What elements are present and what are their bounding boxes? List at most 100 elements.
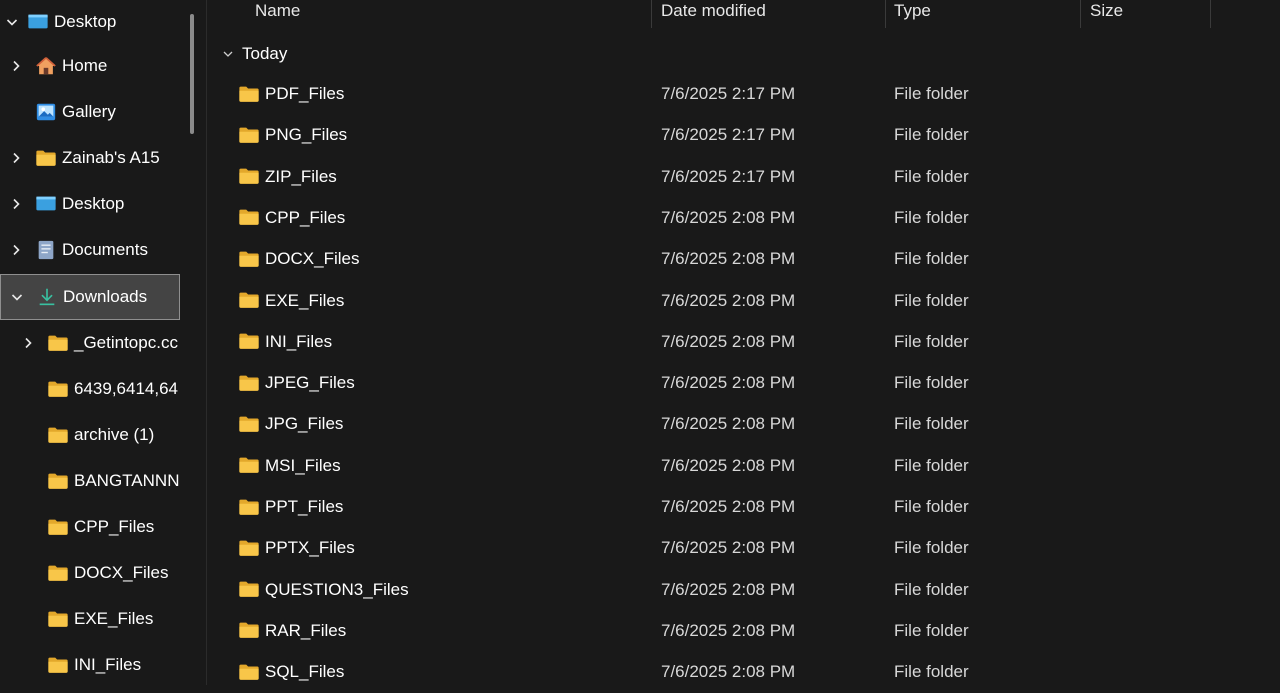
desktop-icon xyxy=(26,10,50,34)
column-separator[interactable] xyxy=(885,0,886,28)
sidebar-item-desktop[interactable]: Desktop xyxy=(0,0,180,44)
home-icon xyxy=(34,54,58,78)
chevron-down-icon[interactable] xyxy=(9,289,25,305)
sidebar-item-label: CPP_Files xyxy=(74,517,155,536)
column-header-type[interactable]: Type xyxy=(894,0,931,28)
file-date-modified: 7/6/2025 2:08 PM xyxy=(661,207,796,227)
sidebar-item-archive-1[interactable]: archive (1) xyxy=(0,413,180,457)
file-name-cell[interactable]: ZIP_Files xyxy=(237,156,337,197)
sidebar-item-label: DOCX_Files xyxy=(74,563,169,582)
file-name: JPEG_Files xyxy=(265,373,355,393)
file-name-cell[interactable]: EXE_Files xyxy=(237,280,344,321)
sidebar-item-gallery[interactable]: Gallery xyxy=(0,90,180,134)
file-name-cell[interactable]: PPTX_Files xyxy=(237,527,355,568)
folder-icon xyxy=(237,247,261,271)
chevron-right-icon[interactable] xyxy=(8,58,24,74)
file-name: RAR_Files xyxy=(265,620,347,640)
nav-scrollbar[interactable] xyxy=(190,14,194,134)
file-row[interactable]: JPG_Files 7/6/2025 2:08 PM File folder xyxy=(207,403,1280,444)
file-name-cell[interactable]: RAR_Files xyxy=(237,610,346,651)
sidebar-item-label: Desktop xyxy=(62,194,125,213)
file-type: File folder xyxy=(894,84,969,103)
sidebar-item-ini-files[interactable]: INI_Files xyxy=(0,643,180,687)
file-row[interactable]: CPP_Files 7/6/2025 2:08 PM File folder xyxy=(207,197,1280,238)
column-separator[interactable] xyxy=(1080,0,1081,28)
file-name-cell[interactable]: PNG_Files xyxy=(237,114,347,155)
group-header-today[interactable]: Today xyxy=(220,42,287,66)
file-name-cell[interactable]: INI_Files xyxy=(237,321,332,362)
file-type: File folder xyxy=(894,290,969,310)
chevron-down-icon[interactable] xyxy=(4,14,20,30)
file-row[interactable]: PDF_Files 7/6/2025 2:17 PM File folder xyxy=(207,73,1280,114)
file-type: File folder xyxy=(894,497,969,516)
file-name: JPG_Files xyxy=(265,414,344,434)
folder-icon xyxy=(46,377,70,401)
file-row[interactable]: ZIP_Files 7/6/2025 2:17 PM File folder xyxy=(207,156,1280,197)
folder-icon xyxy=(237,660,261,684)
file-date-modified: 7/6/2025 2:08 PM xyxy=(661,455,796,475)
file-row[interactable]: JPEG_Files 7/6/2025 2:08 PM File folder xyxy=(207,362,1280,403)
column-separator[interactable] xyxy=(651,0,652,28)
chevron-right-icon[interactable] xyxy=(8,150,24,166)
file-name: PPT_Files xyxy=(265,497,344,516)
file-name: QUESTION3_Files xyxy=(265,579,409,599)
file-row[interactable]: SQL_Files 7/6/2025 2:08 PM File folder xyxy=(207,651,1280,692)
chevron-right-icon[interactable] xyxy=(8,242,24,258)
sidebar-item-documents[interactable]: Documents xyxy=(0,228,180,272)
sidebar-item-docx-files[interactable]: DOCX_Files xyxy=(0,551,180,595)
sidebar-item-zainab-s-a15[interactable]: Zainab's A15 xyxy=(0,136,180,180)
file-name-cell[interactable]: PPT_Files xyxy=(237,486,343,527)
sidebar-item-exe-files[interactable]: EXE_Files xyxy=(0,597,180,641)
file-name-cell[interactable]: JPEG_Files xyxy=(237,362,355,403)
file-type: File folder xyxy=(894,373,969,393)
chevron-right-icon[interactable] xyxy=(20,335,36,351)
file-name: PDF_Files xyxy=(265,84,345,103)
file-date-modified: 7/6/2025 2:08 PM xyxy=(661,331,796,351)
file-row[interactable]: RAR_Files 7/6/2025 2:08 PM File folder xyxy=(207,610,1280,651)
file-name-cell[interactable]: CPP_Files xyxy=(237,197,345,238)
column-header-name[interactable]: Name xyxy=(255,0,300,28)
sidebar-item-downloads[interactable]: Downloads xyxy=(0,274,180,320)
download-icon xyxy=(35,285,59,309)
file-name-cell[interactable]: DOCX_Files xyxy=(237,238,359,279)
file-type: File folder xyxy=(894,662,969,682)
folder-icon xyxy=(237,205,261,229)
folder-icon xyxy=(46,469,70,493)
column-header-size[interactable]: Size xyxy=(1090,0,1123,28)
file-row[interactable]: PPT_Files 7/6/2025 2:08 PM File folder xyxy=(207,486,1280,527)
column-header-date-modified[interactable]: Date modified xyxy=(661,0,766,28)
file-type: File folder xyxy=(894,125,969,145)
file-row[interactable]: INI_Files 7/6/2025 2:08 PM File folder xyxy=(207,321,1280,362)
column-separator[interactable] xyxy=(1210,0,1211,28)
sidebar-item-home[interactable]: Home xyxy=(0,44,180,88)
file-row[interactable]: EXE_Files 7/6/2025 2:08 PM File folder xyxy=(207,280,1280,321)
file-type: File folder xyxy=(894,538,969,558)
file-row[interactable]: QUESTION3_Files 7/6/2025 2:08 PM File fold… xyxy=(207,569,1280,610)
file-name-cell[interactable]: JPG_Files xyxy=(237,403,343,444)
sidebar-item-getintopc-cc[interactable]: _Getintopc.cc xyxy=(0,321,180,365)
sidebar-item-desktop[interactable]: Desktop xyxy=(0,182,180,226)
folder-icon xyxy=(46,515,70,539)
file-name-cell[interactable]: SQL_Files xyxy=(237,651,344,692)
file-row[interactable]: PNG_Files 7/6/2025 2:17 PM File folder xyxy=(207,114,1280,155)
file-name-cell[interactable]: QUESTION3_Files xyxy=(237,569,409,610)
sidebar-item-bangtannn[interactable]: BANGTANNN xyxy=(0,459,180,503)
folder-icon xyxy=(237,453,261,477)
file-name-cell[interactable]: PDF_Files xyxy=(237,73,344,114)
sidebar-item-6439-6414-64[interactable]: 6439,6414,64 xyxy=(0,367,180,411)
file-name: INI_Files xyxy=(265,331,333,351)
sidebar-item-label: archive (1) xyxy=(74,425,155,444)
chevron-right-icon[interactable] xyxy=(8,196,24,212)
file-row[interactable]: DOCX_Files 7/6/2025 2:08 PM File folder xyxy=(207,238,1280,279)
chevron-down-icon[interactable] xyxy=(220,46,236,62)
sidebar-item-cpp-files[interactable]: CPP_Files xyxy=(0,505,180,549)
file-row[interactable]: MSI_Files 7/6/2025 2:08 PM File folder xyxy=(207,445,1280,486)
file-row[interactable]: PPTX_Files 7/6/2025 2:08 PM File folder xyxy=(207,527,1280,568)
file-date-modified: 7/6/2025 2:08 PM xyxy=(661,579,796,599)
file-name: PPTX_Files xyxy=(265,538,355,558)
file-name: SQL_Files xyxy=(265,662,345,682)
file-name-cell[interactable]: MSI_Files xyxy=(237,445,341,486)
